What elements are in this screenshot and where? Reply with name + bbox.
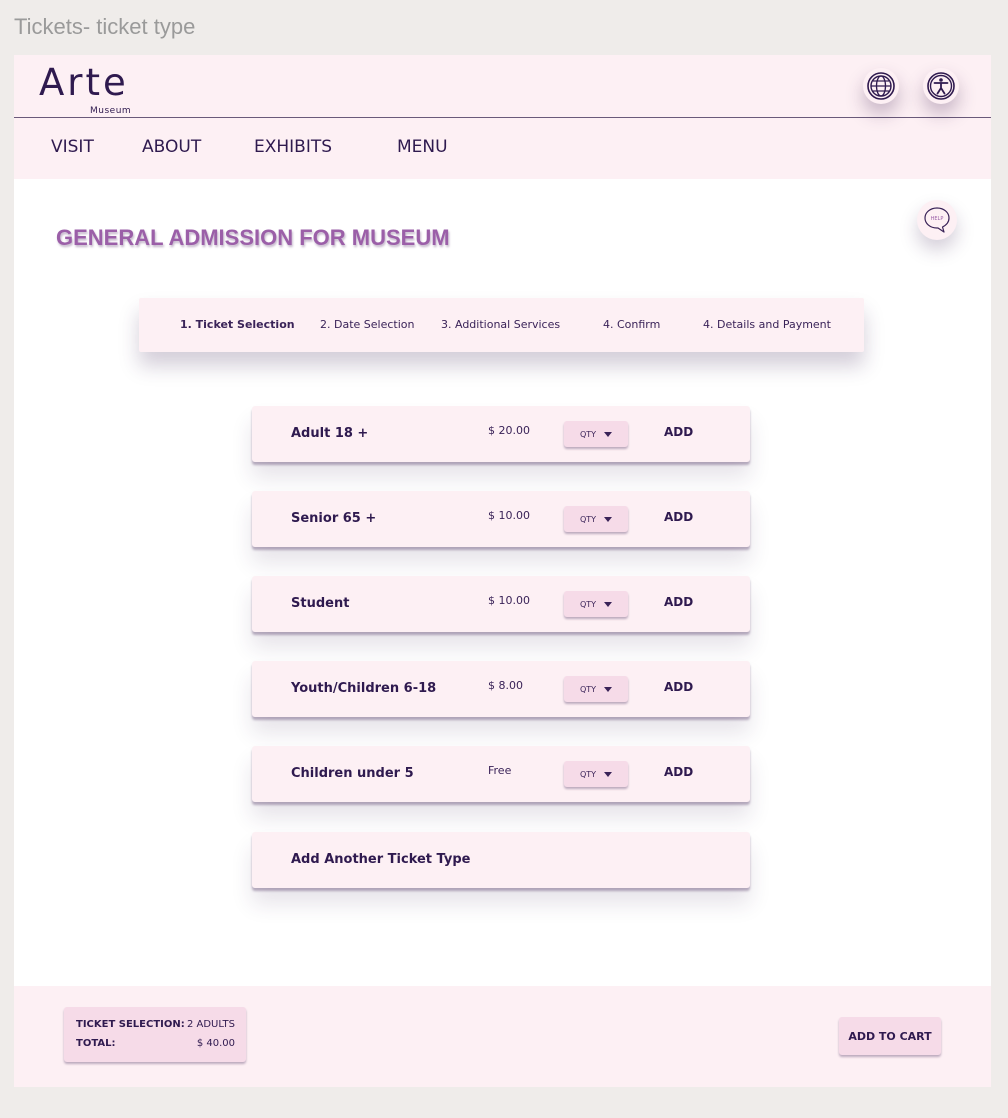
quantity-label: QTY [579, 599, 597, 609]
step-confirm[interactable]: 4. Confirm [603, 318, 660, 331]
step-ticket-selection[interactable]: 1. Ticket Selection [180, 318, 295, 331]
ticket-name: Youth/Children 6-18 [291, 681, 437, 696]
step-details-payment[interactable]: 4. Details and Payment [703, 318, 831, 331]
quantity-dropdown[interactable]: QTY [564, 761, 628, 787]
step-additional-services[interactable]: 3. Additional Services [441, 318, 560, 331]
add-to-cart-button[interactable]: ADD TO CART [839, 1017, 941, 1055]
ticket-row: Student $ 10.00 QTY ADD [252, 576, 750, 632]
footer-bar: TICKET SELECTION: 2 ADULTS TOTAL: $ 40.0… [14, 986, 991, 1087]
total-value: $ 40.00 [196, 1038, 235, 1049]
nav-item-about[interactable]: ABOUT [142, 137, 201, 157]
ticket-row: Youth/Children 6-18 $ 8.00 QTY ADD [252, 661, 750, 717]
quantity-label: QTY [579, 769, 597, 779]
page-title: GENERAL ADMISSION FOR MUSEUM [56, 225, 450, 250]
caret-down-icon [604, 431, 613, 437]
accessibility-icon [927, 72, 955, 100]
nav-item-exhibits[interactable]: EXHIBITS [254, 137, 332, 157]
ticket-name: Student [291, 596, 350, 611]
quantity-dropdown[interactable]: QTY [564, 421, 628, 447]
step-date-selection[interactable]: 2. Date Selection [320, 318, 414, 331]
add-button[interactable]: ADD [664, 510, 693, 524]
header-divider [14, 117, 991, 118]
ticket-price: $ 10.00 [488, 509, 530, 522]
logo-text: Arte [39, 61, 129, 104]
caret-down-icon [604, 516, 613, 522]
add-button[interactable]: ADD [664, 595, 693, 609]
quantity-label: QTY [579, 514, 597, 524]
accessibility-button[interactable] [923, 68, 959, 104]
selection-value: 2 ADULTS [186, 1019, 235, 1030]
frame-label: Tickets- ticket type [14, 14, 196, 39]
main-nav: VISIT ABOUT EXHIBITS MENU [14, 137, 991, 161]
ticket-name: Senior 65 + [291, 511, 377, 526]
ticket-name: Adult 18 + [291, 426, 369, 441]
quantity-dropdown[interactable]: QTY [564, 676, 628, 702]
quantity-dropdown[interactable]: QTY [564, 506, 628, 532]
nav-item-menu[interactable]: MENU [397, 137, 448, 157]
ticket-row: Senior 65 + $ 10.00 QTY ADD [252, 491, 750, 547]
add-another-ticket-label: Add Another Ticket Type [291, 852, 471, 867]
add-button[interactable]: ADD [664, 765, 693, 779]
help-button[interactable]: HELP [917, 200, 957, 240]
add-another-ticket-button[interactable]: Add Another Ticket Type [252, 832, 750, 888]
nav-item-visit[interactable]: VISIT [51, 137, 94, 157]
caret-down-icon [604, 686, 613, 692]
help-label: HELP [931, 216, 944, 222]
header: Arte Museum VISIT ABOUT EXHIBITS MENU [14, 55, 991, 179]
ticket-price: $ 10.00 [488, 594, 530, 607]
quantity-label: QTY [579, 684, 597, 694]
total-label: TOTAL: [76, 1038, 116, 1049]
globe-icon [867, 72, 895, 100]
add-button[interactable]: ADD [664, 425, 693, 439]
language-button[interactable] [863, 68, 899, 104]
quantity-dropdown[interactable]: QTY [564, 591, 628, 617]
ticket-row: Children under 5 Free QTY ADD [252, 746, 750, 802]
ticket-name: Children under 5 [291, 766, 414, 781]
ticket-price: $ 20.00 [488, 424, 530, 437]
caret-down-icon [604, 771, 613, 777]
quantity-label: QTY [579, 429, 597, 439]
chat-bubble-icon: HELP [924, 207, 950, 233]
caret-down-icon [604, 601, 613, 607]
ticket-row: Adult 18 + $ 20.00 QTY ADD [252, 406, 750, 462]
ticket-price: $ 8.00 [488, 679, 523, 692]
progress-steps: 1. Ticket Selection 2. Date Selection 3.… [139, 298, 864, 352]
page: Arte Museum VISIT ABOUT EXHIBITS MENU HE… [14, 55, 991, 1087]
selection-label: TICKET SELECTION: [76, 1019, 185, 1030]
add-button[interactable]: ADD [664, 680, 693, 694]
ticket-price: Free [488, 764, 512, 777]
logo-subtext: Museum [90, 106, 132, 116]
logo[interactable]: Arte Museum [39, 61, 131, 116]
ticket-summary: TICKET SELECTION: 2 ADULTS TOTAL: $ 40.0… [64, 1007, 246, 1062]
